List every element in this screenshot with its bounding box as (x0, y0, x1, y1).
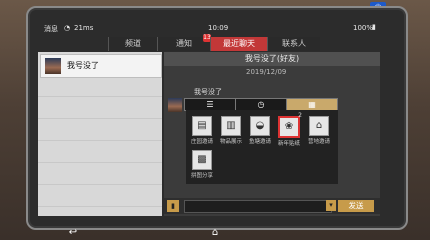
camp-icon: ⌂ (309, 116, 329, 136)
camp-invite-button[interactable]: ⌂ 营地邀请 (306, 116, 332, 145)
tab-channel[interactable]: 频道 (108, 37, 157, 51)
back-icon[interactable]: ↩ (58, 227, 88, 239)
conversation-header: 我号没了(好友) (164, 52, 380, 66)
new-year-sticker-button[interactable]: ❀ 2 新年贴纸 (276, 112, 302, 147)
tab-contacts[interactable]: 联系人 (267, 37, 320, 51)
send-button[interactable]: 发送 (338, 200, 374, 212)
battery-icon: ▮ (372, 23, 376, 31)
voice-icon[interactable]: ▮ (167, 200, 179, 212)
chat-list-item-name: 我号没了 (67, 61, 99, 70)
home-icon[interactable]: ⌂ (200, 227, 230, 239)
fishpond-invite-button[interactable]: ◒ 鱼塘邀请 (247, 116, 273, 145)
item-showcase-button[interactable]: ▥ 物品展示 (218, 116, 244, 145)
puzzle-share-button[interactable]: ▩ 拼图分享 (189, 150, 215, 179)
sticker-count: 2 (298, 112, 302, 119)
manor-icon: ▤ (192, 116, 212, 136)
sender-name: 我号没了 (194, 88, 222, 96)
message-input[interactable] (184, 200, 332, 213)
puzzle-icon: ▩ (192, 150, 212, 170)
items-icon: ▥ (221, 116, 241, 136)
message-date: 2019/12/09 (246, 68, 287, 76)
sticker-icon: ❀ (278, 116, 300, 138)
chevron-down-icon[interactable]: ▾ (326, 200, 336, 211)
tab-recent-chat[interactable]: 最近聊天 (210, 37, 267, 51)
list-icon: ☰ (206, 100, 214, 109)
status-carrier: 消息 (44, 25, 58, 33)
chat-list-item[interactable]: 我号没了 (40, 54, 162, 78)
status-time: 10:09 (208, 24, 229, 32)
wifi-icon: ◔ (64, 24, 71, 32)
manor-invite-button[interactable]: ▤ 庄园邀请 (189, 116, 215, 145)
clock-icon: ◷ (257, 100, 265, 109)
avatar (168, 98, 182, 112)
chat-list: 我号没了 (38, 52, 162, 216)
avatar (45, 58, 61, 74)
apps-icon: ▦ (308, 100, 316, 109)
fishpond-icon: ◒ (250, 116, 270, 136)
status-wifi: 21ms (74, 24, 94, 32)
status-battery: 100% (353, 24, 374, 32)
